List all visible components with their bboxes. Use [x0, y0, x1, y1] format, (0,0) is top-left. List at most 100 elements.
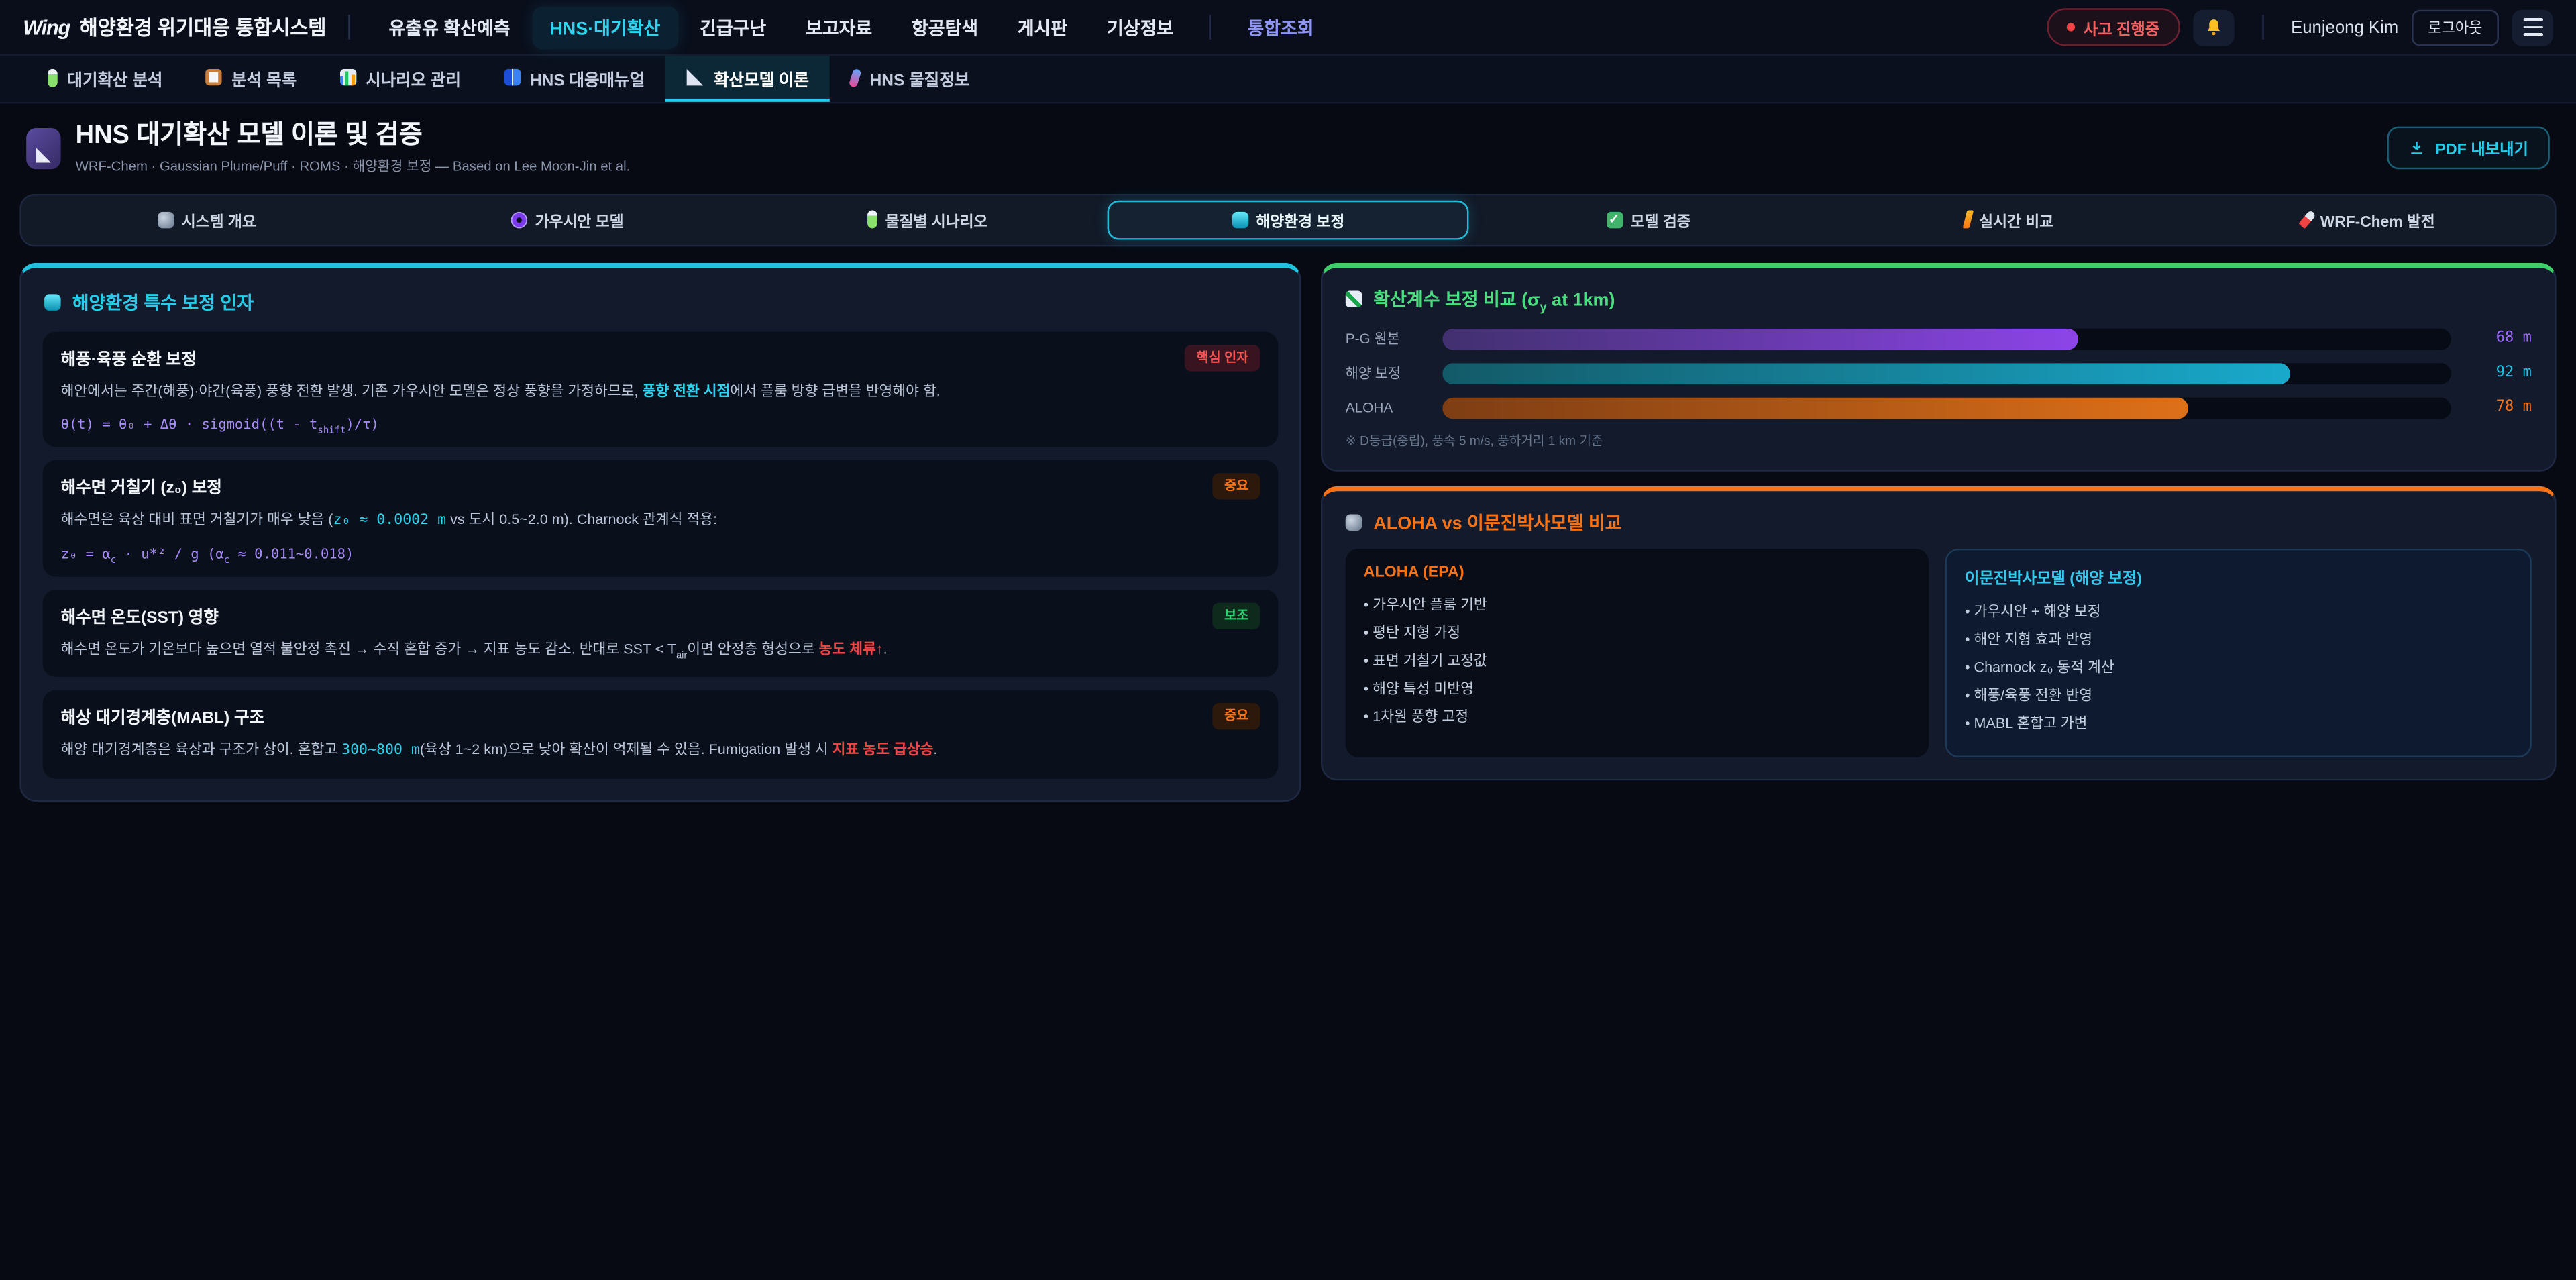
right-column: 확산계수 보정 비교 (σy at 1km) P-G 원본 68 m 해양 보정… — [1321, 262, 2557, 780]
subtab-analysis-list[interactable]: 분석 목록 — [184, 56, 318, 102]
bullet-item: • 표면 거칠기 고정값 — [1364, 647, 1911, 676]
aloha-feature-list: • 가우시안 플룸 기반• 평탄 지형 가정• 표면 거칠기 고정값• 해양 특… — [1364, 591, 1911, 732]
test-tube-icon — [867, 211, 877, 229]
bar-chart-icon — [339, 69, 356, 85]
user-name: Eunjeong Kim — [2291, 17, 2398, 37]
tab-marine-environment-correction[interactable]: 해양환경 보정 — [1108, 200, 1468, 239]
tab-system-overview[interactable]: 시스템 개요 — [26, 200, 386, 239]
sigma-comparison-panel: 확산계수 보정 비교 (σy at 1km) P-G 원본 68 m 해양 보정… — [1321, 262, 2557, 471]
bullet-item: • 해양 특성 미반영 — [1364, 676, 1911, 704]
tab-wrf-chem-evolution[interactable]: WRF-Chem 발전 — [2189, 200, 2549, 239]
bar-row-marine-corrected: 해양 보정 92 m — [1346, 363, 2532, 384]
tab-substance-scenarios[interactable]: 물질별 시나리오 — [747, 200, 1108, 239]
bar-track — [1442, 397, 2451, 419]
brand-title: 해양환경 위기대응 통합시스템 — [80, 13, 327, 42]
bar-fill — [1442, 397, 2189, 419]
marine-model-feature-list: • 가우시안 + 해양 보정• 해안 지형 효과 반영• Charnock z₀… — [1965, 598, 2512, 739]
tab-realtime-comparison[interactable]: 실시간 비교 — [1829, 200, 2189, 239]
logout-button[interactable]: 로그아웃 — [2412, 9, 2499, 45]
bar-value: 92 m — [2466, 365, 2532, 381]
nav-item-emergency-rescue[interactable]: 긴급구난 — [682, 6, 784, 49]
marine-model-heading: 이문진박사모델 (해양 보정) — [1965, 565, 2512, 588]
status-badge: 중요 — [1213, 473, 1260, 499]
card-title: 해수면 거칠기 (z₀) 보정 — [61, 473, 222, 498]
menu-button[interactable] — [2512, 9, 2553, 45]
correction-factors-title: 해양환경 특수 보정 인자 — [44, 289, 1277, 315]
comparison-grid: ALOHA (EPA) • 가우시안 플룸 기반• 평탄 지형 가정• 표면 거… — [1346, 549, 2532, 757]
status-dot-icon — [2067, 23, 2075, 31]
bar-label: P-G 원본 — [1346, 329, 1428, 349]
tab-gaussian-model[interactable]: 가우시안 모델 — [387, 200, 747, 239]
card-title: 해수면 온도(SST) 영향 — [61, 602, 219, 627]
wave-icon — [44, 294, 60, 310]
sub-nav: 대기확산 분석 분석 목록 시나리오 관리 HNS 대응매뉴얼 확산모델 이론 … — [0, 56, 2576, 103]
model-comparison-panel: ALOHA vs 이문진박사모델 비교 ALOHA (EPA) • 가우시안 플… — [1321, 486, 2557, 780]
bar-row-aloha: ALOHA 78 m — [1346, 397, 2532, 419]
chart-note: ※ D등급(중립), 풍속 5 m/s, 풍하거리 1 km 기준 — [1346, 432, 2532, 450]
top-nav-items: 유출유 확산예측 HNS·대기확산 긴급구난 보고자료 항공탐색 게시판 기상정… — [371, 6, 1332, 49]
triangle-ruler-icon — [688, 69, 704, 85]
rocket-icon — [2299, 210, 2317, 229]
brand-logo[interactable]: Wing 해양환경 위기대응 통합시스템 — [23, 13, 326, 42]
bullet-item: • 1차원 풍향 고정 — [1364, 704, 1911, 732]
bullet-item: • MABL 혼합고 가변 — [1965, 710, 2512, 739]
divider — [1210, 15, 1211, 40]
tab-model-validation[interactable]: 모델 검증 — [1468, 200, 1829, 239]
subtab-dispersion-analysis[interactable]: 대기확산 분석 — [26, 56, 184, 102]
test-tube-icon — [48, 68, 58, 87]
status-badge: 중요 — [1213, 702, 1260, 729]
aloha-column: ALOHA (EPA) • 가우시안 플룸 기반• 평탄 지형 가정• 표면 거… — [1346, 549, 1929, 757]
card-title: 해상 대기경계층(MABL) 구조 — [61, 702, 264, 727]
main-content: 해양환경 특수 보정 인자 해풍·육풍 순환 보정 핵심 인자 해안에서는 주간… — [0, 262, 2576, 801]
nav-item-integrated-search[interactable]: 통합조회 — [1229, 6, 1332, 49]
pdf-export-button[interactable]: PDF 내보내기 — [2387, 127, 2549, 170]
page-title-icon — [26, 128, 60, 169]
sigma-panel-title: 확산계수 보정 비교 (σy at 1km) — [1346, 286, 2532, 312]
nav-item-aerial-search[interactable]: 항공탐색 — [894, 6, 996, 49]
subtab-dispersion-model-theory[interactable]: 확산모델 이론 — [666, 56, 830, 102]
bullet-item: • 평탄 지형 가정 — [1364, 619, 1911, 647]
subtab-hns-response-manual[interactable]: HNS 대응매뉴얼 — [482, 56, 666, 102]
divider — [347, 15, 349, 40]
triangle-ruler-icon — [36, 148, 51, 162]
chart-increasing-icon — [1346, 290, 1362, 307]
lightning-icon — [1962, 211, 1974, 229]
bar-label: ALOHA — [1346, 400, 1428, 416]
hamburger-icon — [2522, 19, 2542, 36]
bar-value: 68 m — [2466, 331, 2532, 347]
subtab-scenario-management[interactable]: 시나리오 관리 — [318, 56, 482, 102]
clipboard-icon — [205, 69, 221, 85]
correction-factors-panel: 해양환경 특수 보정 인자 해풍·육풍 순환 보정 핵심 인자 해안에서는 주간… — [19, 262, 1301, 801]
card-mabl-structure: 해상 대기경계층(MABL) 구조 중요 해양 대기경계층은 육상과 구조가 상… — [43, 690, 1279, 778]
page-header: HNS 대기확산 모델 이론 및 검증 WRF-Chem · Gaussian … — [0, 103, 2576, 190]
divider — [2261, 15, 2263, 40]
bar-label: 해양 보정 — [1346, 364, 1428, 383]
notifications-button[interactable] — [2192, 9, 2233, 45]
card-title: 해풍·육풍 순환 보정 — [61, 345, 197, 370]
status-badge: 보조 — [1213, 602, 1260, 629]
bullet-item: • 가우시안 플룸 기반 — [1364, 591, 1911, 619]
nav-item-board[interactable]: 게시판 — [1000, 6, 1085, 49]
formula: θ(t) = θ₀ + Δθ · sigmoid((t - tshift)/τ) — [61, 415, 1260, 431]
bullet-item: • 해안 지형 효과 반영 — [1965, 626, 2512, 654]
bar-row-pg-original: P-G 원본 68 m — [1346, 328, 2532, 350]
bar-fill — [1442, 328, 2078, 350]
subtab-hns-substance-info[interactable]: HNS 물질정보 — [830, 56, 991, 102]
dna-icon — [849, 67, 863, 87]
nav-item-oil-spill-prediction[interactable]: 유출유 확산예측 — [371, 6, 529, 49]
page-title-block: HNS 대기확산 모델 이론 및 검증 WRF-Chem · Gaussian … — [76, 121, 631, 175]
card-sea-land-breeze: 해풍·육풍 순환 보정 핵심 인자 해안에서는 주간(해풍)·야간(육풍) 풍향… — [43, 331, 1279, 446]
nav-item-hns-dispersion[interactable]: HNS·대기확산 — [531, 6, 678, 49]
cyclone-icon — [511, 211, 527, 227]
comparison-panel-title: ALOHA vs 이문진박사모델 비교 — [1346, 509, 2532, 535]
bell-icon — [2204, 18, 2222, 36]
aloha-heading: ALOHA (EPA) — [1364, 564, 1911, 582]
wave-icon — [1232, 211, 1248, 227]
bar-value: 78 m — [2466, 400, 2532, 416]
microscope-icon — [157, 211, 173, 227]
nav-item-reports[interactable]: 보고자료 — [788, 6, 890, 49]
bullet-item: • Charnock z₀ 동적 계산 — [1965, 654, 2512, 682]
formula: z₀ = αc · u*² / g (αc ≈ 0.011~0.018) — [61, 545, 1260, 561]
wing-logo-icon: Wing — [23, 15, 70, 38]
nav-item-weather[interactable]: 기상정보 — [1089, 6, 1191, 49]
